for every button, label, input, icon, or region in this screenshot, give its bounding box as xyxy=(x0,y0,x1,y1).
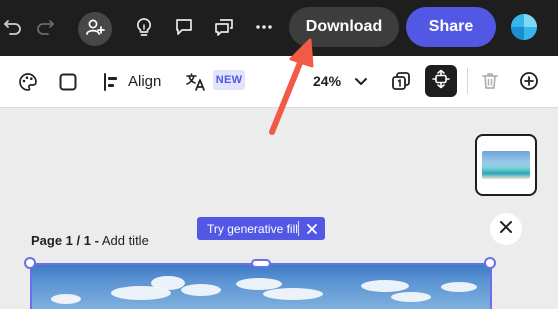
page-number: Page 1 / 1 - xyxy=(31,233,99,248)
user-avatar[interactable] xyxy=(511,14,537,40)
download-button[interactable]: Download xyxy=(289,7,399,47)
top-bar: Download Share xyxy=(0,0,558,56)
add-person-button[interactable] xyxy=(78,12,112,46)
page-label: Page 1 / 1 - Add title xyxy=(31,233,149,248)
zoom-value[interactable]: 24% xyxy=(313,73,341,89)
canvas-photo[interactable] xyxy=(31,264,491,309)
more-icon[interactable] xyxy=(253,16,275,38)
resize-handle-top-left[interactable] xyxy=(24,257,36,269)
share-button[interactable]: Share xyxy=(406,7,496,47)
selection-border-left xyxy=(30,263,32,309)
add-icon[interactable] xyxy=(518,70,540,92)
resize-handle-top-middle[interactable] xyxy=(251,259,271,268)
editor-toolbar: Align NEW 24% xyxy=(0,56,558,108)
comment-icon[interactable] xyxy=(173,16,195,38)
translate-icon[interactable] xyxy=(185,71,207,93)
resize-handle-top-right[interactable] xyxy=(484,257,496,269)
undo-icon[interactable] xyxy=(2,16,24,38)
trash-icon[interactable] xyxy=(479,70,501,92)
add-title-link[interactable]: Add title xyxy=(102,233,149,248)
generative-fill-separator xyxy=(298,221,299,236)
square-icon[interactable] xyxy=(57,71,79,93)
close-icon xyxy=(499,220,513,239)
generative-fill-close-icon[interactable] xyxy=(299,217,325,240)
generative-fill-pill[interactable]: Try generative fill xyxy=(197,217,325,240)
align-label[interactable]: Align xyxy=(128,73,161,90)
position-button[interactable] xyxy=(425,65,457,97)
close-button[interactable] xyxy=(490,213,522,245)
new-badge: NEW xyxy=(213,70,245,90)
chevron-down-icon[interactable] xyxy=(351,71,371,91)
position-icon xyxy=(431,69,451,94)
generative-fill-label[interactable]: Try generative fill xyxy=(197,222,298,236)
selection-border-right xyxy=(490,263,492,309)
lightbulb-icon[interactable] xyxy=(133,16,155,38)
toolbar-divider xyxy=(467,68,468,94)
page-thumbnail[interactable] xyxy=(475,134,537,196)
align-icon[interactable] xyxy=(101,71,123,93)
add-person-icon xyxy=(85,17,105,42)
palette-icon[interactable] xyxy=(17,71,39,93)
layers-icon[interactable] xyxy=(390,70,412,92)
thumbnail-image xyxy=(482,151,530,179)
comments-icon[interactable] xyxy=(213,16,235,38)
profile-icon xyxy=(511,14,537,40)
redo-icon[interactable] xyxy=(34,16,56,38)
